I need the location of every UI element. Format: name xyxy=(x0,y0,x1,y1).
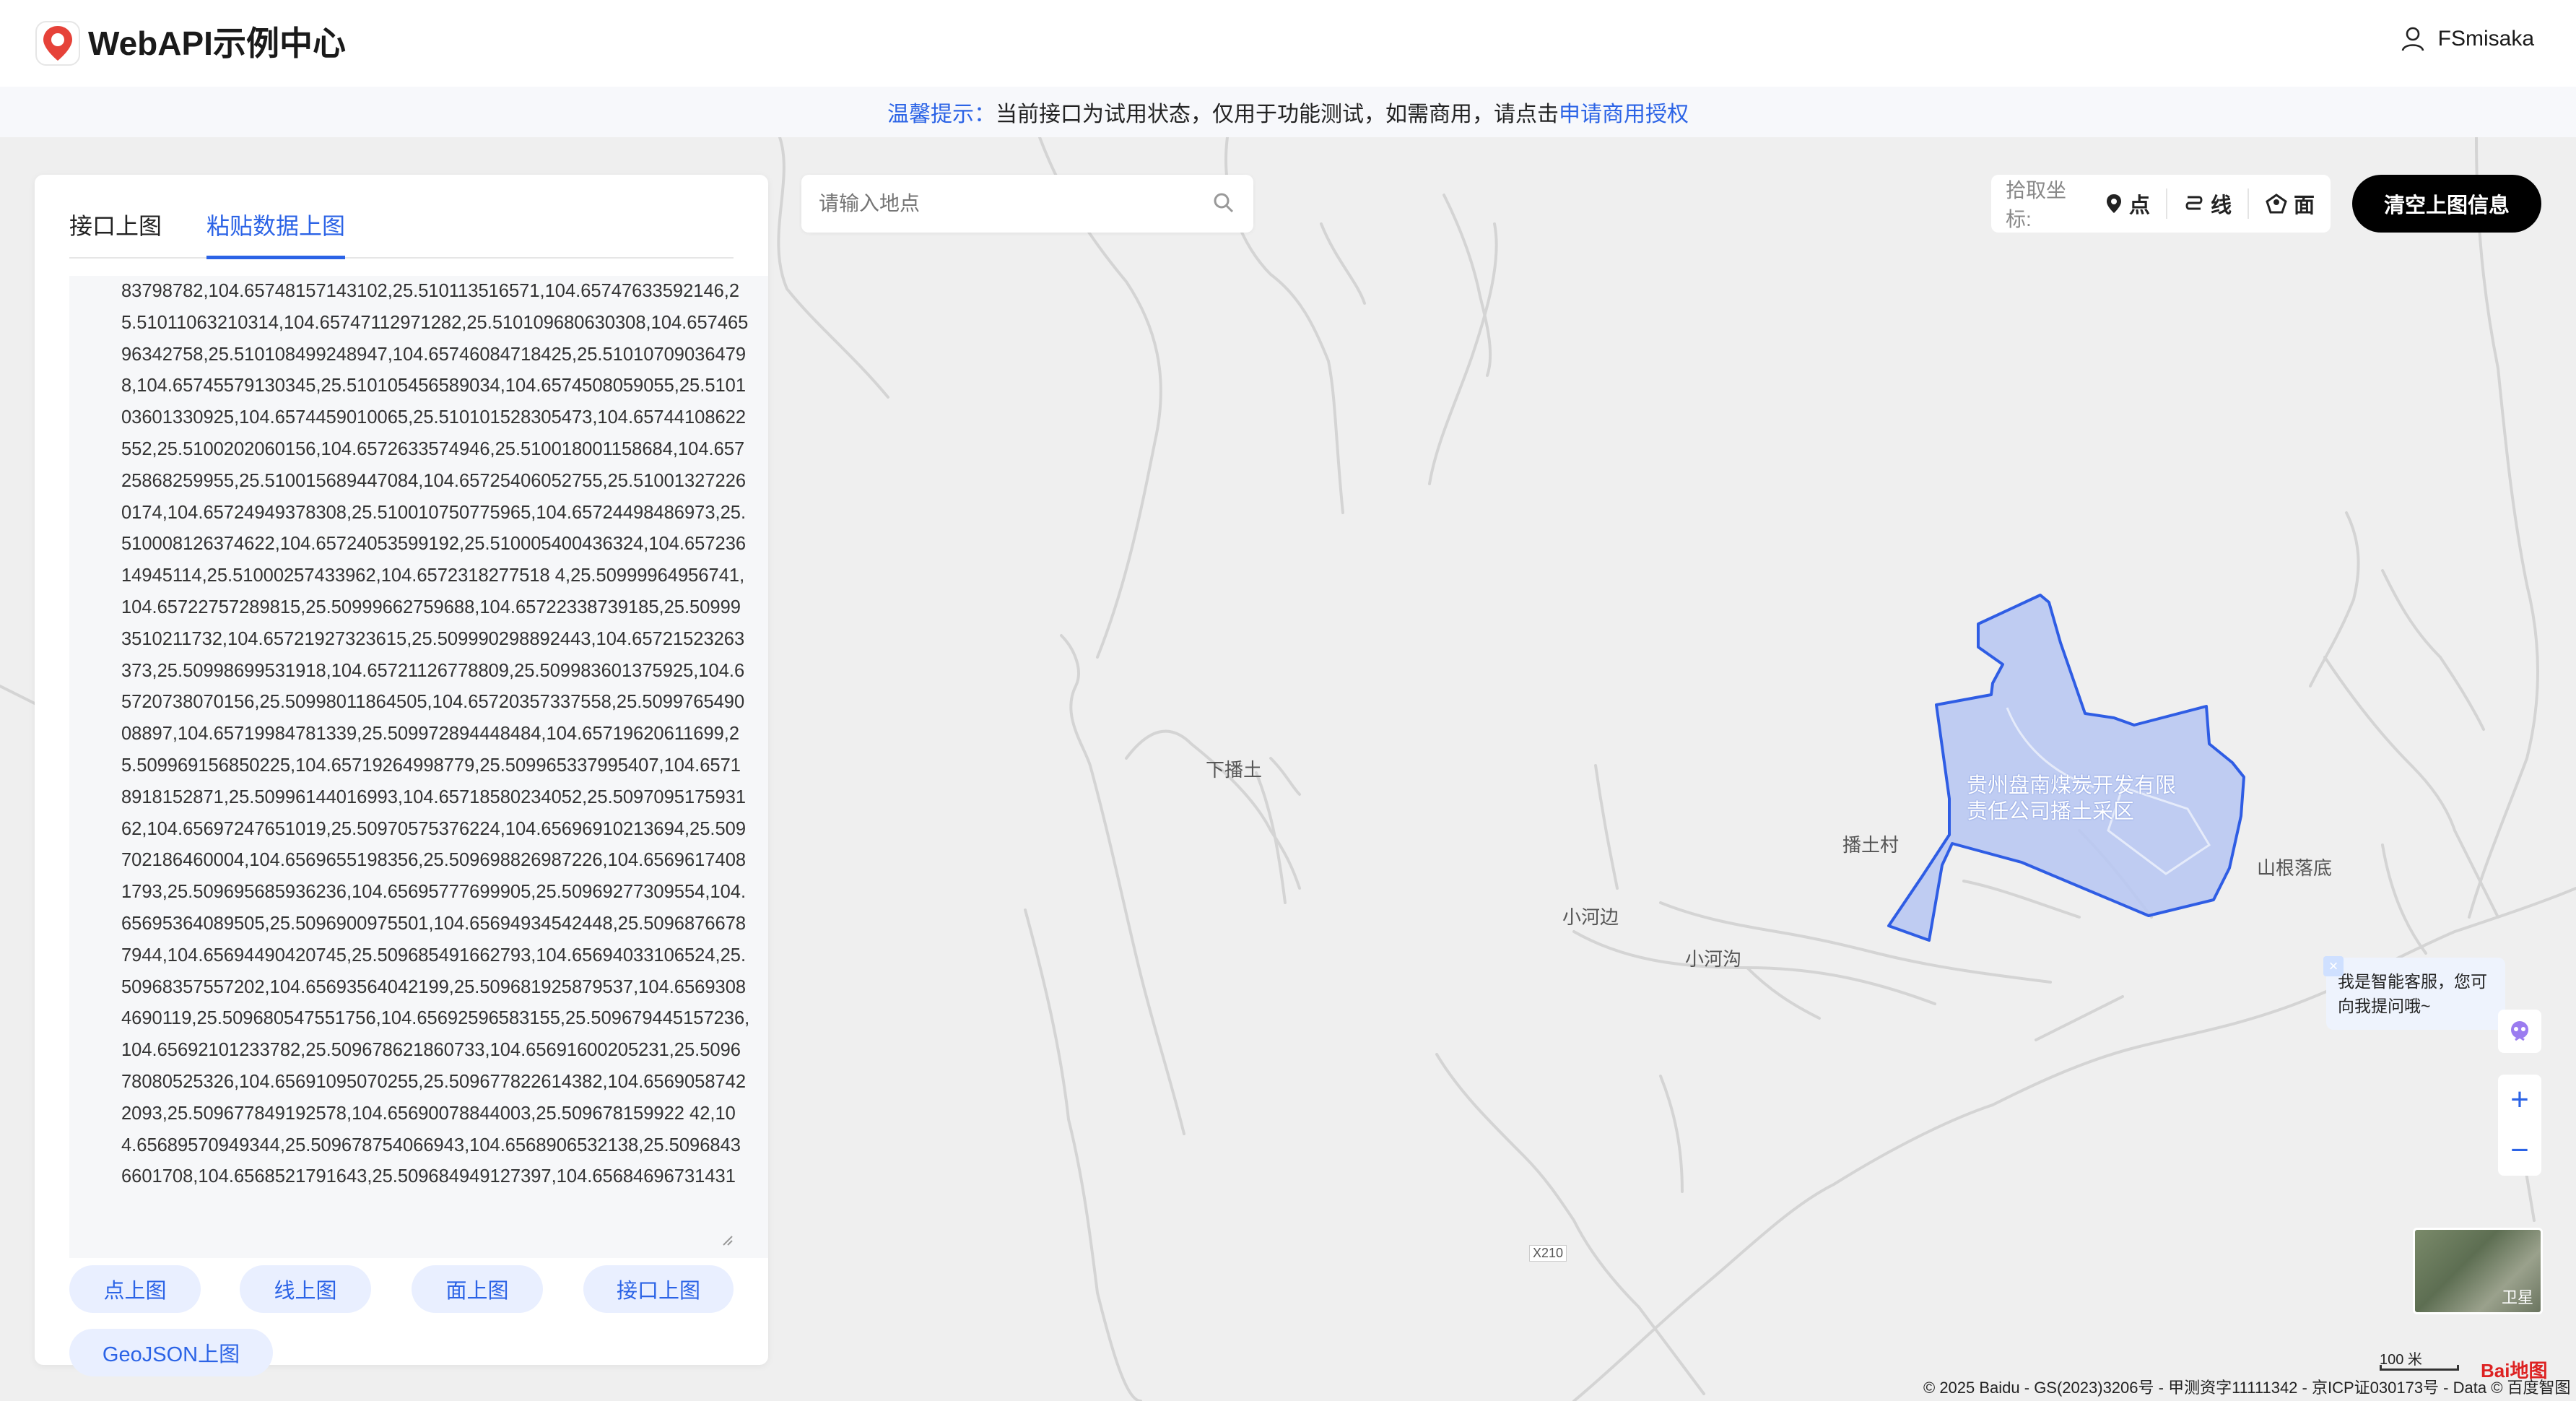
pick-line-label: 线 xyxy=(2210,194,2232,217)
pick-polygon-button[interactable]: 面 xyxy=(2247,188,2331,219)
coordinates-textarea[interactable]: 83798782,104.65748157143102,25.510113516… xyxy=(69,276,768,1258)
notice-text: 当前接口为试用状态，仅用于功能测试，如需商用，请点击 xyxy=(996,103,1559,126)
assistant-bubble[interactable]: × 我是智能客服，您可向我提问哦~ xyxy=(2323,956,2505,1030)
pick-line-button[interactable]: 线 xyxy=(2165,188,2248,219)
pick-polygon-label: 面 xyxy=(2293,194,2315,217)
coordinate-picker: 拾取坐标: 点 线 面 xyxy=(1991,175,2331,233)
map-label-xiaohebian: 小河边 xyxy=(1562,906,1619,928)
scale-bar xyxy=(2380,1365,2459,1371)
point-upload-button[interactable]: 点上图 xyxy=(69,1265,201,1313)
place-search xyxy=(801,175,1253,233)
polygon-upload-button[interactable]: 面上图 xyxy=(412,1265,543,1313)
user-menu[interactable]: FSmisaka xyxy=(2401,26,2534,52)
geojson-upload-button[interactable]: GeoJSON上图 xyxy=(69,1329,273,1376)
picker-label: 拾取坐标: xyxy=(2006,179,2067,230)
pin-icon xyxy=(2106,194,2121,213)
route-icon xyxy=(2185,196,2203,210)
search-input[interactable] xyxy=(819,175,1194,233)
api-upload-button[interactable]: 接口上图 xyxy=(583,1265,734,1313)
polygon-icon xyxy=(2266,194,2287,214)
coal-mine-polygon xyxy=(1887,594,2245,942)
pick-point-label: 点 xyxy=(2128,194,2150,217)
zoom-control: + − xyxy=(2498,1075,2541,1176)
satellite-toggle[interactable]: 卫星 xyxy=(2413,1228,2543,1314)
clear-map-button[interactable]: 清空上图信息 xyxy=(2352,175,2541,233)
zoom-in-button[interactable]: + xyxy=(2498,1075,2541,1125)
app-logo-icon xyxy=(35,21,80,66)
map-label-xiabotu: 下播土 xyxy=(1206,759,1263,781)
app-header: WebAPI示例中心 FSmisaka xyxy=(0,0,2576,87)
line-upload-button[interactable]: 线上图 xyxy=(240,1265,371,1313)
user-name: FSmisaka xyxy=(2437,27,2534,51)
app-title: WebAPI示例中心 xyxy=(88,25,346,62)
panel-tabs: 接口上图 粘贴数据上图 xyxy=(69,195,734,259)
map-label-xiaohegou: 小河沟 xyxy=(1685,948,1742,970)
tab-paste-upload[interactable]: 粘贴数据上图 xyxy=(206,208,346,259)
resize-handle-icon[interactable] xyxy=(722,1235,734,1246)
polygon-name-label: 贵州盘南煤炭开发有限责任公司播土采区 xyxy=(1967,774,2177,823)
pick-point-button[interactable]: 点 xyxy=(2102,188,2166,219)
upload-panel: 接口上图 粘贴数据上图 83798782,104.65748157143102,… xyxy=(35,175,768,1376)
close-icon[interactable]: × xyxy=(2323,956,2344,976)
map-label-botucun: 播土村 xyxy=(1842,834,1900,856)
search-icon[interactable] xyxy=(1213,192,1235,214)
notice-prefix: 温馨提示： xyxy=(887,103,996,126)
apply-license-link[interactable]: 申请商用授权 xyxy=(1559,96,1689,128)
notice-bar: 温馨提示： 当前接口为试用状态，仅用于功能测试，如需商用，请点击 申请商用授权 xyxy=(0,87,2576,137)
map-copyright: © 2025 Baidu - GS(2023)3206号 - 甲测资字11111… xyxy=(1923,1379,2571,1397)
road-shield-x210: X210 xyxy=(1529,1245,1567,1262)
robot-icon xyxy=(2511,1021,2528,1041)
tab-api-upload[interactable]: 接口上图 xyxy=(69,208,162,256)
map-label-shangenluodi: 山根落底 xyxy=(2257,857,2333,879)
satellite-label: 卫星 xyxy=(2501,1288,2533,1306)
baidu-map-logo: Bai地图 xyxy=(2481,1360,2548,1382)
user-icon xyxy=(2401,27,2424,51)
assistant-robot-button[interactable] xyxy=(2498,1010,2541,1053)
zoom-out-button[interactable]: − xyxy=(2498,1125,2541,1176)
assistant-text: 我是智能客服，您可向我提问哦~ xyxy=(2338,972,2487,1015)
